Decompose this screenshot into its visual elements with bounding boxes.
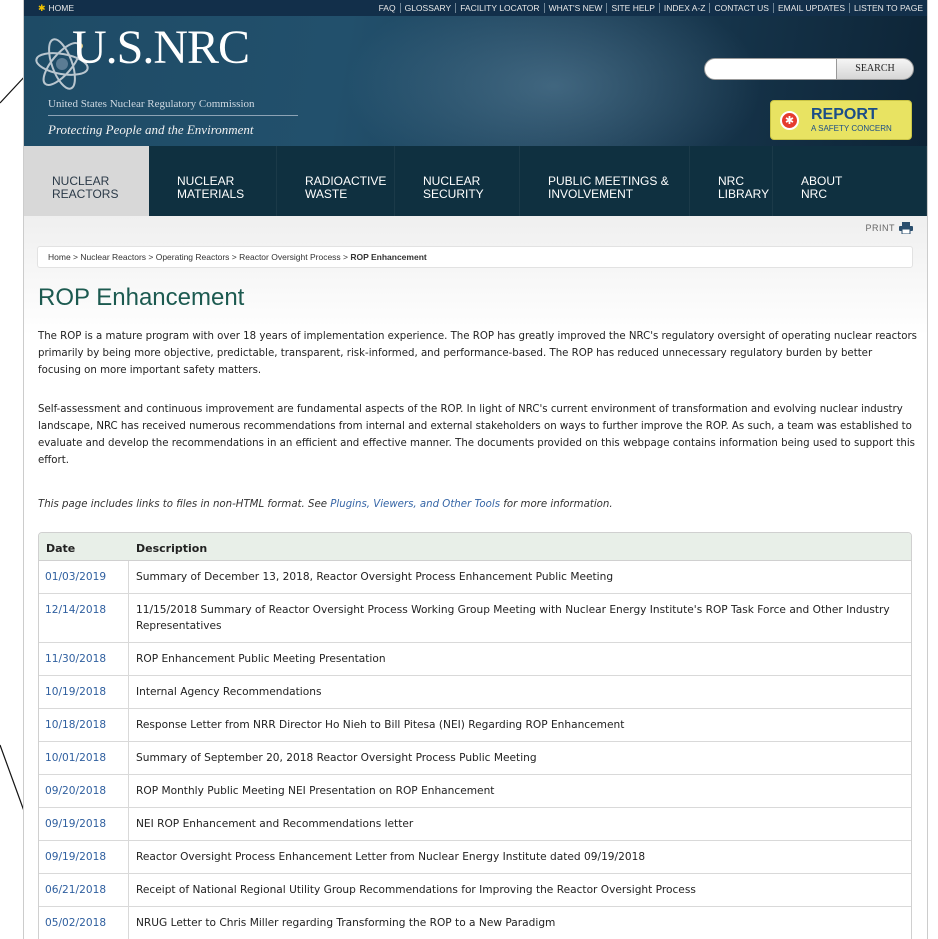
row-description: Summary of September 20, 2018 Reactor Ov…: [136, 752, 537, 764]
page: ✱ HOME FAQ GLOSSARY FACILITY LOCATOR WHAT'S …: [23, 0, 928, 939]
row-description: Response Letter from NRR Director Ho Nie…: [136, 719, 625, 731]
utility-link[interactable]: WHAT'S NEW: [543, 3, 607, 13]
nav-nuclear-materials[interactable]: NUCLEAR MATERIALS: [149, 146, 277, 216]
table-row: 12/14/2018 11/15/2018 Summary of Reactor …: [39, 594, 911, 643]
breadcrumb-current: ROP Enhancement: [350, 252, 427, 262]
table-row: 09/20/2018 ROP Monthly Public Meeting NEI…: [39, 775, 911, 808]
printer-icon: [899, 222, 913, 234]
utility-link[interactable]: LISTEN TO PAGE: [849, 3, 927, 13]
search-button[interactable]: SEARCH: [836, 58, 914, 80]
row-description: ROP Monthly Public Meeting NEI Presentat…: [136, 785, 495, 797]
table-header: Date Description: [39, 533, 911, 561]
row-date-link[interactable]: 09/19/2018: [39, 808, 129, 840]
utility-link[interactable]: SITE HELP: [606, 3, 658, 13]
site-header: U.S.NRC United States Nuclear Regulatory…: [24, 16, 927, 146]
row-date-link[interactable]: 09/20/2018: [39, 775, 129, 807]
row-date-link[interactable]: 10/01/2018: [39, 742, 129, 774]
table-row: 10/18/2018 Response Letter from NRR Direc…: [39, 709, 911, 742]
table-row: 10/01/2018 Summary of September 20, 2018 …: [39, 742, 911, 775]
print-button[interactable]: PRINT: [865, 222, 913, 234]
utility-link[interactable]: GLOSSARY: [399, 3, 456, 13]
table-row: 09/19/2018 NEI ROP Enhancement and Recomm…: [39, 808, 911, 841]
report-subtitle: A SAFETY CONCERN: [811, 124, 892, 133]
utility-bar: ✱ HOME FAQ GLOSSARY FACILITY LOCATOR WHAT'S …: [24, 0, 927, 16]
nav-nrc-library[interactable]: NRC LIBRARY: [690, 146, 773, 216]
table-row: 10/19/2018 Internal Agency Recommendation…: [39, 676, 911, 709]
row-description: 11/15/2018 Summary of Reactor Oversight …: [136, 604, 890, 632]
nav-nuclear-reactors[interactable]: NUCLEAR REACTORS: [24, 146, 149, 216]
report-safety-concern-button[interactable]: ✱ REPORT A SAFETY CONCERN: [770, 100, 912, 140]
table-row: 11/30/2018 ROP Enhancement Public Meeting…: [39, 643, 911, 676]
nav-nuclear-security[interactable]: NUCLEAR SECURITY: [395, 146, 520, 216]
divider: [48, 115, 298, 116]
row-date-link[interactable]: 05/02/2018: [39, 907, 129, 939]
row-description: Internal Agency Recommendations: [136, 686, 322, 698]
assessment-paragraph: Self-assessment and continuous improveme…: [38, 404, 915, 466]
row-date-link[interactable]: 06/21/2018: [39, 874, 129, 906]
row-description: Reactor Oversight Process Enhancement Le…: [136, 851, 646, 863]
nav-public-meetings[interactable]: PUBLIC MEETINGS & INVOLVEMENT: [520, 146, 690, 216]
documents-table: Date Description 01/03/2019 Summary of De…: [38, 532, 912, 939]
utility-link[interactable]: CONTACT US: [709, 3, 772, 13]
table-row: 05/02/2018 NRUG Letter to Chris Miller re…: [39, 907, 911, 939]
column-header-description[interactable]: Description: [129, 533, 207, 560]
intro-paragraph: The ROP is a mature program with over 18…: [38, 331, 917, 376]
utility-link[interactable]: EMAIL UPDATES: [772, 3, 849, 13]
row-date-link[interactable]: 12/14/2018: [39, 594, 129, 642]
row-date-link[interactable]: 10/19/2018: [39, 676, 129, 708]
row-date-link[interactable]: 09/19/2018: [39, 841, 129, 873]
search-input[interactable]: [704, 58, 837, 80]
table-row: 01/03/2019 Summary of December 13, 2018, …: [39, 561, 911, 594]
site-subtitle: United States Nuclear Regulatory Commiss…: [48, 98, 255, 110]
site-logo[interactable]: U.S.NRC: [72, 20, 250, 75]
row-description: NRUG Letter to Chris Miller regarding Tr…: [136, 917, 556, 929]
row-date-link[interactable]: 01/03/2019: [39, 561, 129, 593]
row-description: Receipt of National Regional Utility Gro…: [136, 884, 696, 896]
table-row: 09/19/2018 Reactor Oversight Process Enha…: [39, 841, 911, 874]
breadcrumb: Home > Nuclear Reactors > Operating Reac…: [37, 246, 913, 268]
home-link[interactable]: ✱ HOME: [24, 3, 74, 14]
row-description: NEI ROP Enhancement and Recommendations …: [136, 818, 414, 830]
row-date-link[interactable]: 10/18/2018: [39, 709, 129, 741]
main-content: PRINT Home > Nuclear Reactors > Operatin…: [24, 216, 927, 939]
utility-link[interactable]: FAQ: [375, 3, 400, 13]
main-nav: NUCLEAR REACTORS NUCLEAR MATERIALS RADIO…: [24, 146, 927, 216]
nav-about-nrc[interactable]: ABOUT NRC: [773, 146, 927, 216]
table-row: 06/21/2018 Receipt of National Regional U…: [39, 874, 911, 907]
page-title: ROP Enhancement: [38, 284, 245, 311]
utility-link[interactable]: INDEX A-Z: [658, 3, 710, 13]
table-body: 01/03/2019 Summary of December 13, 2018, …: [39, 561, 911, 939]
row-description: Summary of December 13, 2018, Reactor Ov…: [136, 571, 614, 583]
breadcrumb-path[interactable]: Home > Nuclear Reactors > Operating Reac…: [48, 252, 350, 262]
utility-link[interactable]: FACILITY LOCATOR: [455, 3, 543, 13]
print-label: PRINT: [865, 223, 895, 233]
alert-icon: ✱: [780, 111, 799, 130]
format-note: This page includes links to files in non…: [38, 499, 613, 510]
column-header-date[interactable]: Date: [39, 533, 129, 560]
site-tagline: Protecting People and the Environment: [48, 122, 254, 137]
utility-links: FAQ GLOSSARY FACILITY LOCATOR WHAT'S NEW SIT…: [375, 3, 927, 13]
row-description: ROP Enhancement Public Meeting Presentat…: [136, 653, 386, 665]
nav-radioactive-waste[interactable]: RADIOACTIVE WASTE: [277, 146, 395, 216]
star-icon: ✱: [38, 2, 46, 13]
plugins-link[interactable]: Plugins, Viewers, and Other Tools: [330, 499, 500, 510]
row-date-link[interactable]: 11/30/2018: [39, 643, 129, 675]
report-title: REPORT: [811, 106, 878, 123]
